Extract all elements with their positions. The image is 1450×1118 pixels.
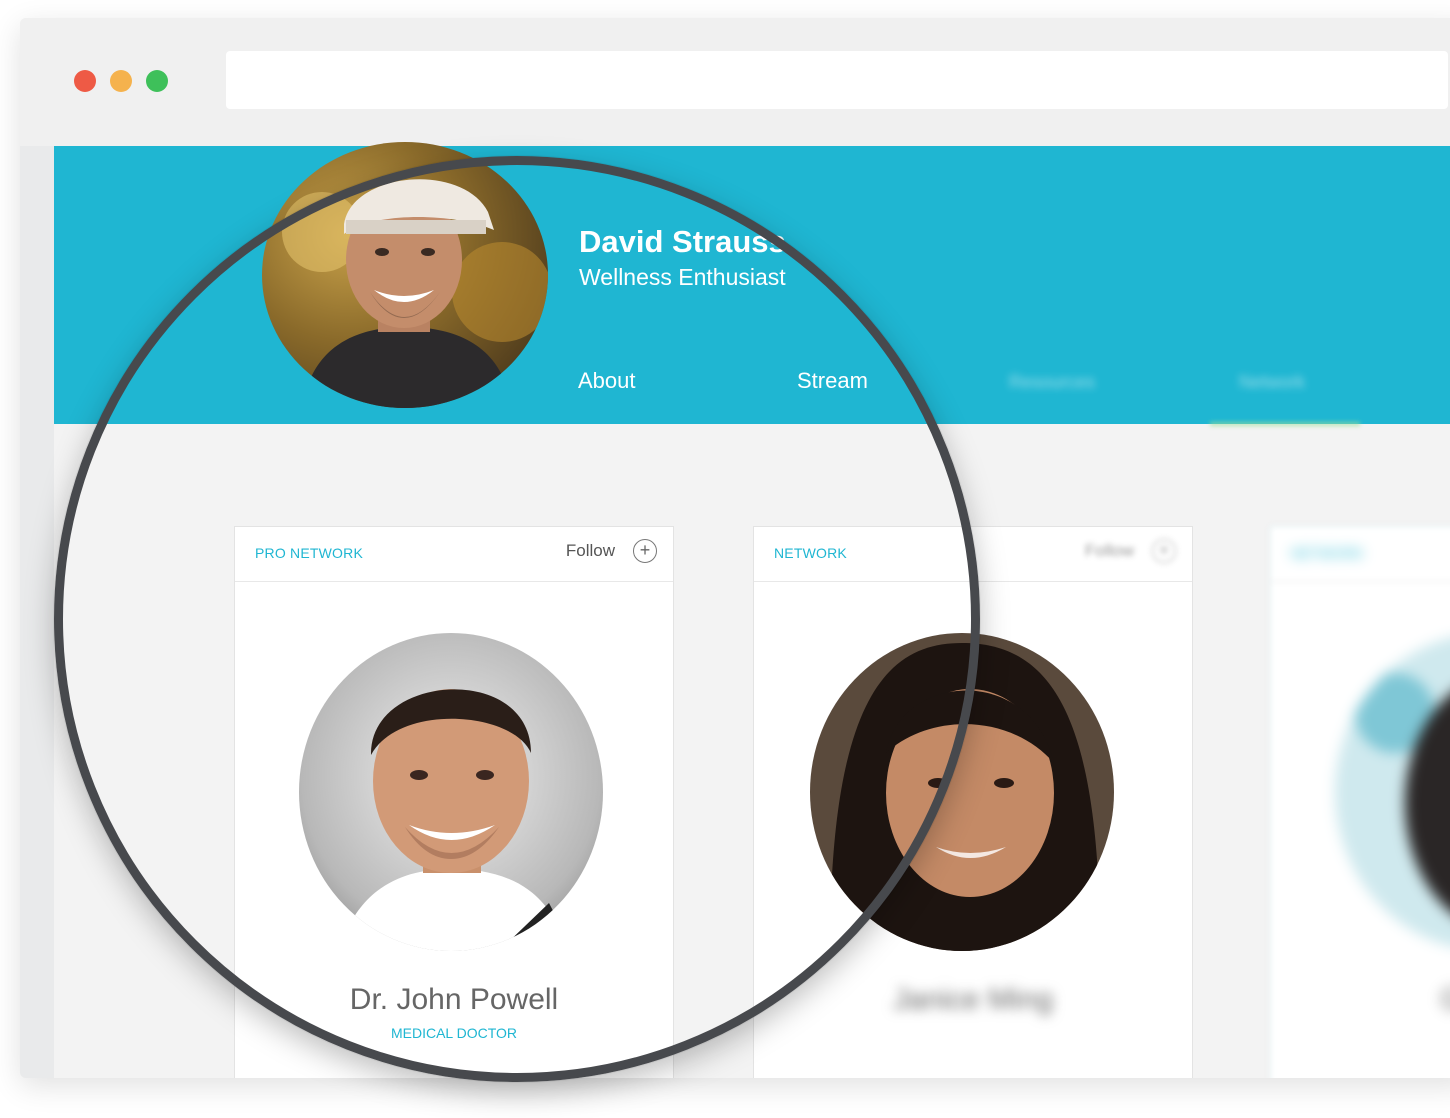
card-tag: NETWORK (774, 545, 847, 561)
network-card: PRO NETWORK Follow + Dr. John Powell MED… (234, 526, 674, 1078)
card-tag: PRO NETWORK (255, 545, 363, 561)
person-photo-icon (1335, 633, 1450, 951)
plus-circle-icon[interactable]: + (633, 539, 657, 563)
network-card: NETWORK Follow + Janice Ming (753, 526, 1193, 1078)
user-photo-icon (262, 142, 548, 408)
contact-photo[interactable] (299, 633, 603, 951)
follow-button[interactable]: Follow (566, 541, 615, 561)
browser-chrome (20, 18, 1450, 146)
contact-role: MEDICAL DOCTOR (390, 1025, 517, 1041)
tab-stream[interactable]: Stream (797, 368, 868, 394)
browser-window: David Strauss Wellness Enthusiast About … (20, 18, 1450, 1078)
close-window-button[interactable] (74, 70, 96, 92)
contact-name[interactable]: Janice Ming (754, 983, 1192, 1017)
contact-photo[interactable] (810, 633, 1114, 951)
contact-name[interactable]: Gethun (1271, 983, 1450, 1017)
tab-resources[interactable]: Resources (1009, 372, 1095, 393)
network-card: NETWORK Gethun (1270, 526, 1450, 1078)
plus-circle-icon[interactable]: + (1152, 539, 1176, 563)
card-header: NETWORK Follow + (754, 527, 1192, 582)
tab-network[interactable]: Network (1239, 372, 1305, 393)
card-header: PRO NETWORK Follow + (235, 527, 673, 582)
profile-header: David Strauss Wellness Enthusiast About … (54, 142, 1450, 424)
zoom-window-button[interactable] (146, 70, 168, 92)
profile-name: David Strauss (579, 224, 786, 259)
active-tab-indicator (1210, 422, 1360, 426)
page-viewport: David Strauss Wellness Enthusiast About … (20, 142, 1450, 1078)
doctor-photo-icon (299, 633, 603, 951)
follow-button[interactable]: Follow (1085, 541, 1134, 561)
contact-photo[interactable] (1335, 633, 1450, 951)
profile-avatar[interactable] (262, 142, 548, 408)
woman-photo-icon (810, 633, 1114, 951)
address-bar[interactable] (226, 51, 1448, 109)
minimize-window-button[interactable] (110, 70, 132, 92)
profile-subtitle: Wellness Enthusiast (579, 264, 786, 290)
contact-name[interactable]: Dr. John Powell (235, 983, 673, 1017)
card-header: NETWORK (1271, 527, 1450, 582)
tab-about[interactable]: About (578, 368, 636, 394)
card-tag: NETWORK (1291, 545, 1364, 561)
left-sidebar-strip (20, 146, 54, 1078)
